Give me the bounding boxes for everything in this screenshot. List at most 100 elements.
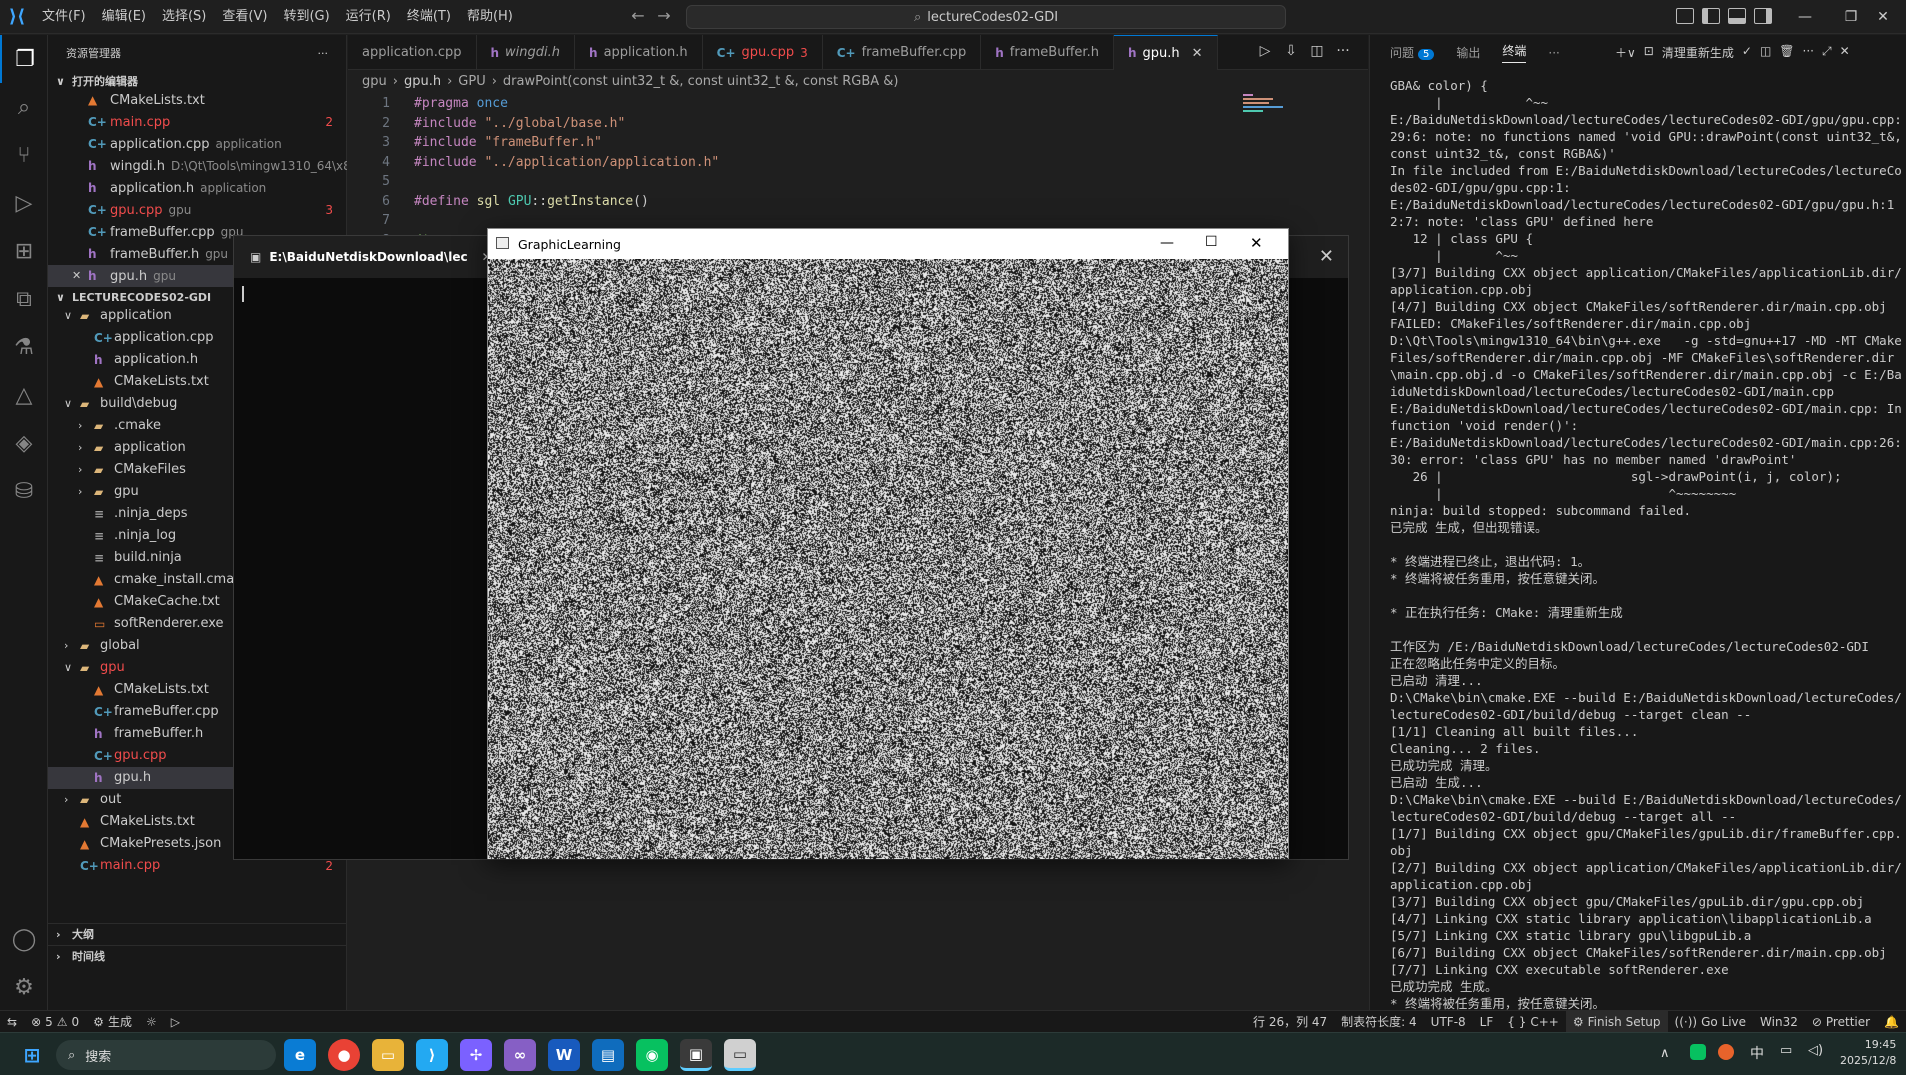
cmake-icon[interactable]: △ <box>0 371 48 419</box>
launch-icon[interactable]: ▷ <box>164 1015 187 1029</box>
open-editor-item[interactable]: hwingdi.hD:\Qt\Tools\mingw1310_64\x86_..… <box>48 155 347 177</box>
open-editor-item[interactable]: ▲ CMakeLists.txt <box>48 89 347 111</box>
customize-layout-icon[interactable] <box>1676 8 1694 24</box>
tray-wechat-icon[interactable] <box>1690 1044 1706 1060</box>
forward-arrow-icon[interactable]: → <box>654 6 674 28</box>
platform[interactable]: Win32 <box>1753 1015 1805 1029</box>
code-line[interactable]: #pragma once <box>414 96 508 111</box>
git-graph-icon[interactable]: ◈ <box>0 419 48 467</box>
run-debug-icon[interactable]: ▷ <box>0 179 48 227</box>
gear-icon[interactable]: ⚙ <box>0 963 48 1011</box>
testing-icon[interactable]: ⚗ <box>0 323 48 371</box>
breadcrumb-item[interactable]: gpu.h <box>404 74 441 89</box>
menu-item[interactable]: 选择(S) <box>154 0 214 34</box>
timeline-header[interactable]: › 时间线 <box>48 945 347 967</box>
open-editor-item[interactable]: C+ main.cpp 2 <box>48 111 347 133</box>
wechat-icon[interactable]: ◉ <box>636 1039 668 1071</box>
finish-setup[interactable]: ⚙ Finish Setup <box>1566 1011 1668 1033</box>
more-actions-icon[interactable]: ··· <box>1333 43 1353 63</box>
clock[interactable]: 19:45 2025/12/8 <box>1840 1037 1896 1069</box>
vscode-icon[interactable]: ⟩ <box>416 1039 448 1071</box>
end-of-line[interactable]: LF <box>1473 1015 1501 1029</box>
open-editor-item[interactable]: h application.h application <box>48 177 347 199</box>
minimap[interactable] <box>1243 92 1303 152</box>
editor-tab[interactable]: C+ gpu.cpp 3 <box>703 35 823 70</box>
split-editor-icon[interactable]: ◫ <box>1307 43 1327 63</box>
add-terminal-icon[interactable]: ＋∨ <box>1615 44 1636 61</box>
code-line[interactable]: #include "../application/application.h" <box>414 155 719 170</box>
toggle-sidebar-icon[interactable] <box>1702 8 1720 24</box>
command-center[interactable]: ⌕ lectureCodes02-GDI <box>686 5 1286 29</box>
more-actions-icon[interactable]: ··· <box>1803 44 1814 61</box>
menu-item[interactable]: 帮助(H) <box>459 0 521 34</box>
trash-icon[interactable]: 🗑 <box>1779 44 1794 61</box>
code-line[interactable]: #define sgl GPU::getInstance() <box>414 194 649 209</box>
visual-studio-icon[interactable]: ∞ <box>504 1039 536 1071</box>
close-icon[interactable]: ✕ <box>1319 246 1334 267</box>
breadcrumb-item[interactable]: gpu <box>362 74 387 89</box>
save-icon[interactable]: ⇩ <box>1281 43 1301 63</box>
docker-icon[interactable]: ⛁ <box>0 467 48 515</box>
editor-tab[interactable]: h frameBuffer.h <box>981 35 1114 70</box>
terminal-task-label[interactable]: 清理重新生成 <box>1662 44 1734 61</box>
debug-icon[interactable]: ☼ <box>139 1015 164 1029</box>
tab-size[interactable]: 制表符长度: 4 <box>1334 1013 1424 1030</box>
notes-app-icon[interactable]: ▤ <box>592 1039 624 1071</box>
remote-explorer-icon[interactable]: ⧉ <box>0 275 48 323</box>
editor-tab[interactable]: h application.h <box>575 35 703 70</box>
run-icon[interactable]: ▷ <box>1255 43 1275 63</box>
editor-tab[interactable]: h gpu.h ✕ <box>1114 35 1218 70</box>
menu-item[interactable]: 转到(G) <box>275 0 337 34</box>
file-explorer-icon[interactable]: ▭ <box>372 1039 404 1071</box>
remote-icon[interactable]: ⇆ <box>0 1015 24 1029</box>
menu-item[interactable]: 文件(F) <box>34 0 94 34</box>
close-panel-icon[interactable]: ✕ <box>1840 44 1850 61</box>
close-icon[interactable]: ✕ <box>72 265 81 287</box>
graphic-window-icon[interactable]: ▭ <box>724 1039 756 1071</box>
breadcrumb-item[interactable]: drawPoint(const uint32_t &, const uint32… <box>503 74 899 89</box>
back-arrow-icon[interactable]: ← <box>628 6 648 28</box>
minimize-icon[interactable]: — <box>1160 235 1174 251</box>
tab-output[interactable]: 输出 <box>1456 44 1480 61</box>
breadcrumb-item[interactable]: GPU <box>458 74 485 89</box>
toggle-secondary-sidebar-icon[interactable] <box>1754 8 1772 24</box>
terminal-output[interactable]: GBA& color) { | ^~~ E:/BaiduNetdiskDownlo… <box>1390 77 1902 1012</box>
language-mode[interactable]: { } C++ <box>1500 1015 1566 1029</box>
more-actions-icon[interactable]: ··· <box>318 47 329 60</box>
menu-item[interactable]: 终端(T) <box>399 0 459 34</box>
terminal-icon[interactable]: ▣ <box>680 1039 712 1071</box>
editor-tab[interactable]: h wingdi.h <box>477 35 576 70</box>
build-status[interactable]: ⚙ 生成 <box>86 1013 139 1030</box>
open-editor-item[interactable]: C+ application.cpp application <box>48 133 347 155</box>
console-tab[interactable]: ▣ E:\BaiduNetdiskDownload\lec ✕ <box>234 236 490 278</box>
maximize-panel-icon[interactable]: ⤢ <box>1822 44 1832 61</box>
maximize-icon[interactable]: ☐ <box>1205 234 1218 250</box>
explorer-icon[interactable]: ❐ <box>0 35 48 83</box>
windows-start-icon[interactable]: ⊞ <box>16 1039 48 1071</box>
tab-problems[interactable]: 问题 5 <box>1390 44 1434 61</box>
task-terminal-icon[interactable]: ⊡ <box>1644 44 1654 61</box>
search-icon[interactable]: ⌕ <box>0 83 48 131</box>
editor-tab[interactable]: application.cpp <box>348 35 477 70</box>
tab-terminal[interactable]: 终端 <box>1502 42 1526 63</box>
code-line[interactable]: #include "frameBuffer.h" <box>414 135 602 150</box>
source-control-icon[interactable]: ⑂ <box>0 131 48 179</box>
split-terminal-icon[interactable]: ◫ <box>1760 44 1771 61</box>
account-icon[interactable]: ◯ <box>0 915 48 963</box>
edge-icon[interactable]: e <box>284 1039 316 1071</box>
outline-header[interactable]: › 大纲 <box>48 923 347 945</box>
problems-status[interactable]: ⊗ 5 ⚠ 0 <box>24 1015 86 1029</box>
cursor-position[interactable]: 行 26，列 47 <box>1246 1013 1334 1030</box>
graphic-learning-window[interactable]: GraphicLearning — ☐ ✕ <box>487 228 1289 859</box>
toggle-panel-icon[interactable] <box>1728 8 1746 24</box>
tray-app-icon[interactable] <box>1718 1044 1734 1060</box>
menu-item[interactable]: 运行(R) <box>338 0 399 34</box>
taskbar-search[interactable]: ⌕ 搜索 <box>56 1040 276 1070</box>
menu-item[interactable]: 查看(V) <box>214 0 275 34</box>
open-editor-item[interactable]: C+ gpu.cpp gpu 3 <box>48 199 347 221</box>
prettier[interactable]: ⊘ Prettier <box>1805 1015 1877 1029</box>
pinwheel-app-icon[interactable]: ✢ <box>460 1039 492 1071</box>
volume-icon[interactable]: ◁) <box>1808 1043 1823 1058</box>
encoding[interactable]: UTF-8 <box>1424 1015 1473 1029</box>
notifications-icon[interactable]: 🔔 <box>1877 1015 1906 1029</box>
